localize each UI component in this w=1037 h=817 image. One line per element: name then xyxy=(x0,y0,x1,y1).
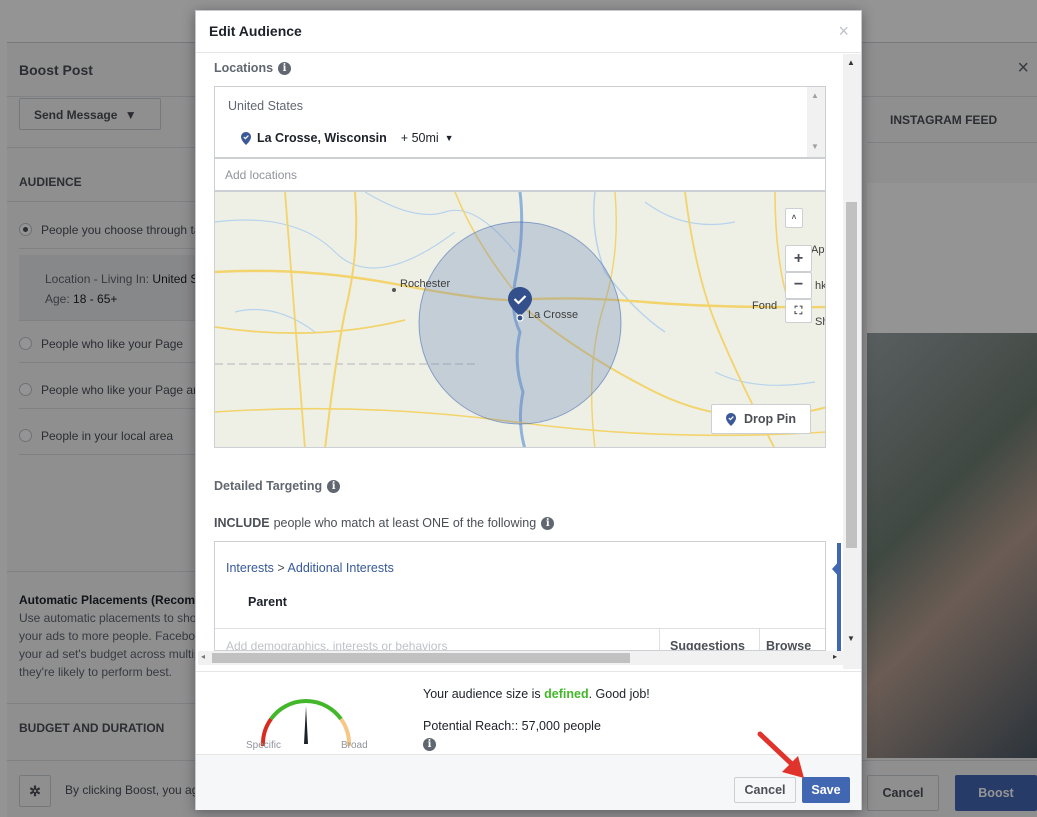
radius-value: + 50mi xyxy=(400,131,439,145)
info-icon[interactable]: i xyxy=(541,516,555,530)
horizontal-scrollbar[interactable]: ◂ ▸ xyxy=(198,651,843,665)
potential-reach: Potential Reach:: 57,000 people xyxy=(423,719,601,733)
location-list: United States La Crosse, Wisconsin + 50m… xyxy=(214,86,826,158)
breadcrumb-separator: > xyxy=(277,561,285,575)
audience-size-status: defined xyxy=(544,687,589,701)
breadcrumb: Interests > Additional Interests xyxy=(226,561,394,575)
info-icon[interactable]: i xyxy=(327,479,341,493)
targeting-input[interactable]: Add demographics, interests or behaviors xyxy=(226,639,447,650)
include-prefix: INCLUDE xyxy=(214,516,270,530)
info-icon[interactable]: i xyxy=(423,738,436,751)
locate-icon[interactable]: ⛶ xyxy=(785,299,812,323)
map-label-rochester: Rochester xyxy=(400,278,451,290)
info-icon[interactable]: i xyxy=(278,61,292,75)
map-label-fond: Fond xyxy=(752,300,778,312)
caret-down-icon: ▼ xyxy=(444,133,454,143)
detailed-targeting-label: Detailed Targeting i xyxy=(214,479,341,493)
suggestions-button[interactable]: Suggestions xyxy=(670,639,745,650)
audience-size-suffix: . Good job! xyxy=(588,687,650,701)
map-collapse-button[interactable]: ˄ xyxy=(785,208,803,228)
gauge-broad-label: Broad xyxy=(341,740,368,751)
add-locations-input[interactable]: Add locations xyxy=(214,158,826,191)
detailed-targeting-box: Interests > Additional Interests Parent … xyxy=(214,541,826,651)
scroll-down-icon[interactable]: ▼ xyxy=(811,142,819,151)
map-pin-icon[interactable] xyxy=(507,286,533,322)
scroll-up-icon[interactable]: ▲ xyxy=(847,58,855,67)
locations-label: Locations i xyxy=(214,61,292,75)
horizontal-scroll-thumb[interactable] xyxy=(212,653,630,663)
drop-pin-button[interactable]: Drop Pin xyxy=(711,404,811,434)
audience-size-text: Your audience size is defined. Good job! xyxy=(423,687,650,701)
red-arrow-annotation xyxy=(757,731,804,778)
map-label-sheboygan: Sh xyxy=(815,316,825,328)
divider xyxy=(659,629,660,650)
map-label-oshkosh: hk xyxy=(815,280,826,292)
modal-header: Edit Audience × xyxy=(196,11,861,53)
zoom-in-button[interactable]: + xyxy=(785,245,812,272)
location-list-scrollbar[interactable]: ▲ ▼ xyxy=(807,87,825,157)
modal-scrollbar[interactable]: ▲ ▼ xyxy=(843,54,861,669)
scroll-up-icon[interactable]: ▲ xyxy=(811,91,819,100)
scroll-right-icon[interactable]: ▸ xyxy=(833,652,837,661)
location-pin-icon xyxy=(725,412,736,426)
map-label-la-crosse: La Crosse xyxy=(528,309,579,321)
modal-scroll-thumb[interactable] xyxy=(846,202,857,548)
location-map[interactable]: Rochester La Crosse Fond App hk Sh L ˄ +… xyxy=(214,191,826,448)
edit-audience-modal: Edit Audience × Locations i United States… xyxy=(195,10,862,810)
browse-button[interactable]: Browse xyxy=(766,639,811,650)
detailed-targeting-text: Detailed Targeting xyxy=(214,479,323,493)
scroll-down-icon[interactable]: ▼ xyxy=(847,634,855,643)
location-city-row: La Crosse, Wisconsin + 50mi ▼ xyxy=(241,131,454,145)
location-pin-icon xyxy=(241,131,251,145)
selected-interest[interactable]: Parent xyxy=(248,595,287,609)
close-icon[interactable]: × xyxy=(838,21,849,42)
breadcrumb-additional-interests[interactable]: Additional Interests xyxy=(288,561,394,575)
scroll-left-icon[interactable]: ◂ xyxy=(201,652,205,661)
drop-pin-label: Drop Pin xyxy=(743,412,797,426)
include-text: people who match at least ONE of the fol… xyxy=(273,516,537,530)
active-arrow-icon xyxy=(832,559,841,579)
locations-section: United States La Crosse, Wisconsin + 50m… xyxy=(214,86,826,448)
map-label-appleton: App xyxy=(811,244,825,256)
audience-size-prefix: Your audience size is xyxy=(423,687,541,701)
zoom-out-button[interactable]: − xyxy=(785,272,812,299)
location-country: United States xyxy=(228,99,304,113)
location-city: La Crosse, Wisconsin xyxy=(257,131,387,145)
divider xyxy=(759,629,760,650)
breadcrumb-interests[interactable]: Interests xyxy=(226,561,274,575)
targeting-input-row: Add demographics, interests or behaviors… xyxy=(215,628,825,650)
include-label: INCLUDE people who match at least ONE of… xyxy=(214,516,555,530)
locations-label-text: Locations xyxy=(214,61,274,75)
radius-dropdown[interactable]: + 50mi ▼ xyxy=(401,131,454,145)
gauge-specific-label: Specific xyxy=(246,740,282,751)
modal-title: Edit Audience xyxy=(209,23,302,39)
